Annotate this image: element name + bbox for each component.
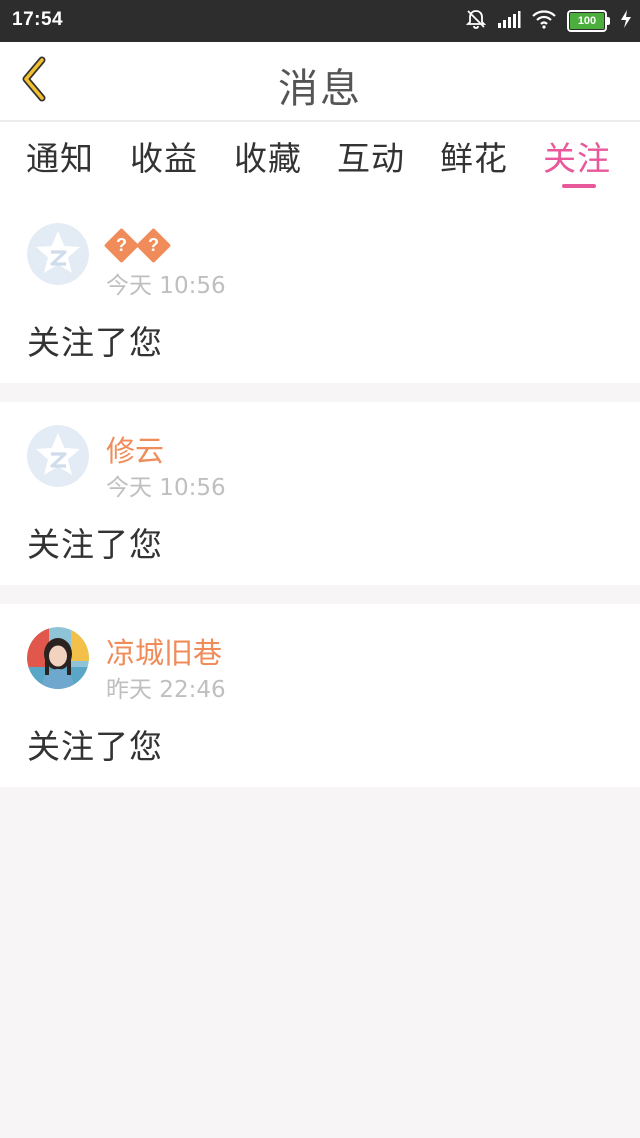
message-text: 关注了您 <box>27 727 163 766</box>
page-title: 消息 <box>278 66 362 112</box>
tab-bar: 通知 收益 收藏 互动 鲜花 关注 <box>0 122 640 200</box>
default-qzone-avatar-icon <box>27 425 89 487</box>
tab-interactions[interactable]: 互动 <box>337 132 405 180</box>
timestamp: 昨天 22:46 <box>106 677 226 703</box>
active-tab-indicator <box>562 184 596 188</box>
replacement-char-icon: ? <box>103 227 140 264</box>
charging-icon <box>620 9 632 33</box>
signal-icon <box>497 9 521 33</box>
wifi-icon <box>531 9 557 33</box>
avatar[interactable] <box>27 223 89 285</box>
tab-notifications[interactable]: 通知 <box>26 132 94 180</box>
tab-favorites[interactable]: 收藏 <box>234 132 302 180</box>
list-item[interactable]: 凉城旧巷 昨天 22:46 关注了您 <box>0 604 640 787</box>
username[interactable]: �� ?? <box>103 226 172 264</box>
tab-flowers[interactable]: 鲜花 <box>440 132 508 180</box>
status-time: 17:54 <box>12 9 64 30</box>
default-qzone-avatar-icon <box>27 223 89 285</box>
mute-bell-icon <box>465 8 487 34</box>
status-bar: 17:54 100 <box>0 0 640 42</box>
list-item[interactable]: 修云 今天 10:56 关注了您 <box>0 402 640 585</box>
battery-icon: 100 <box>567 10 610 32</box>
message-text: 关注了您 <box>27 323 163 362</box>
tab-earnings[interactable]: 收益 <box>130 132 198 180</box>
username[interactable]: 修云 <box>106 428 164 470</box>
user-photo-avatar-icon <box>27 627 89 689</box>
list-item[interactable]: �� ?? 今天 10:56 关注了您 <box>0 200 640 383</box>
title-bar: 消息 <box>0 42 640 120</box>
username[interactable]: 凉城旧巷 <box>106 630 222 672</box>
replacement-char-icon: ? <box>135 227 172 264</box>
tab-following[interactable]: 关注 <box>543 132 611 180</box>
timestamp: 今天 10:56 <box>106 273 226 299</box>
message-text: 关注了您 <box>27 525 163 564</box>
status-icons: 100 <box>465 8 632 34</box>
timestamp: 今天 10:56 <box>106 475 226 501</box>
avatar[interactable] <box>27 425 89 487</box>
battery-level: 100 <box>567 10 607 32</box>
avatar[interactable] <box>27 627 89 689</box>
